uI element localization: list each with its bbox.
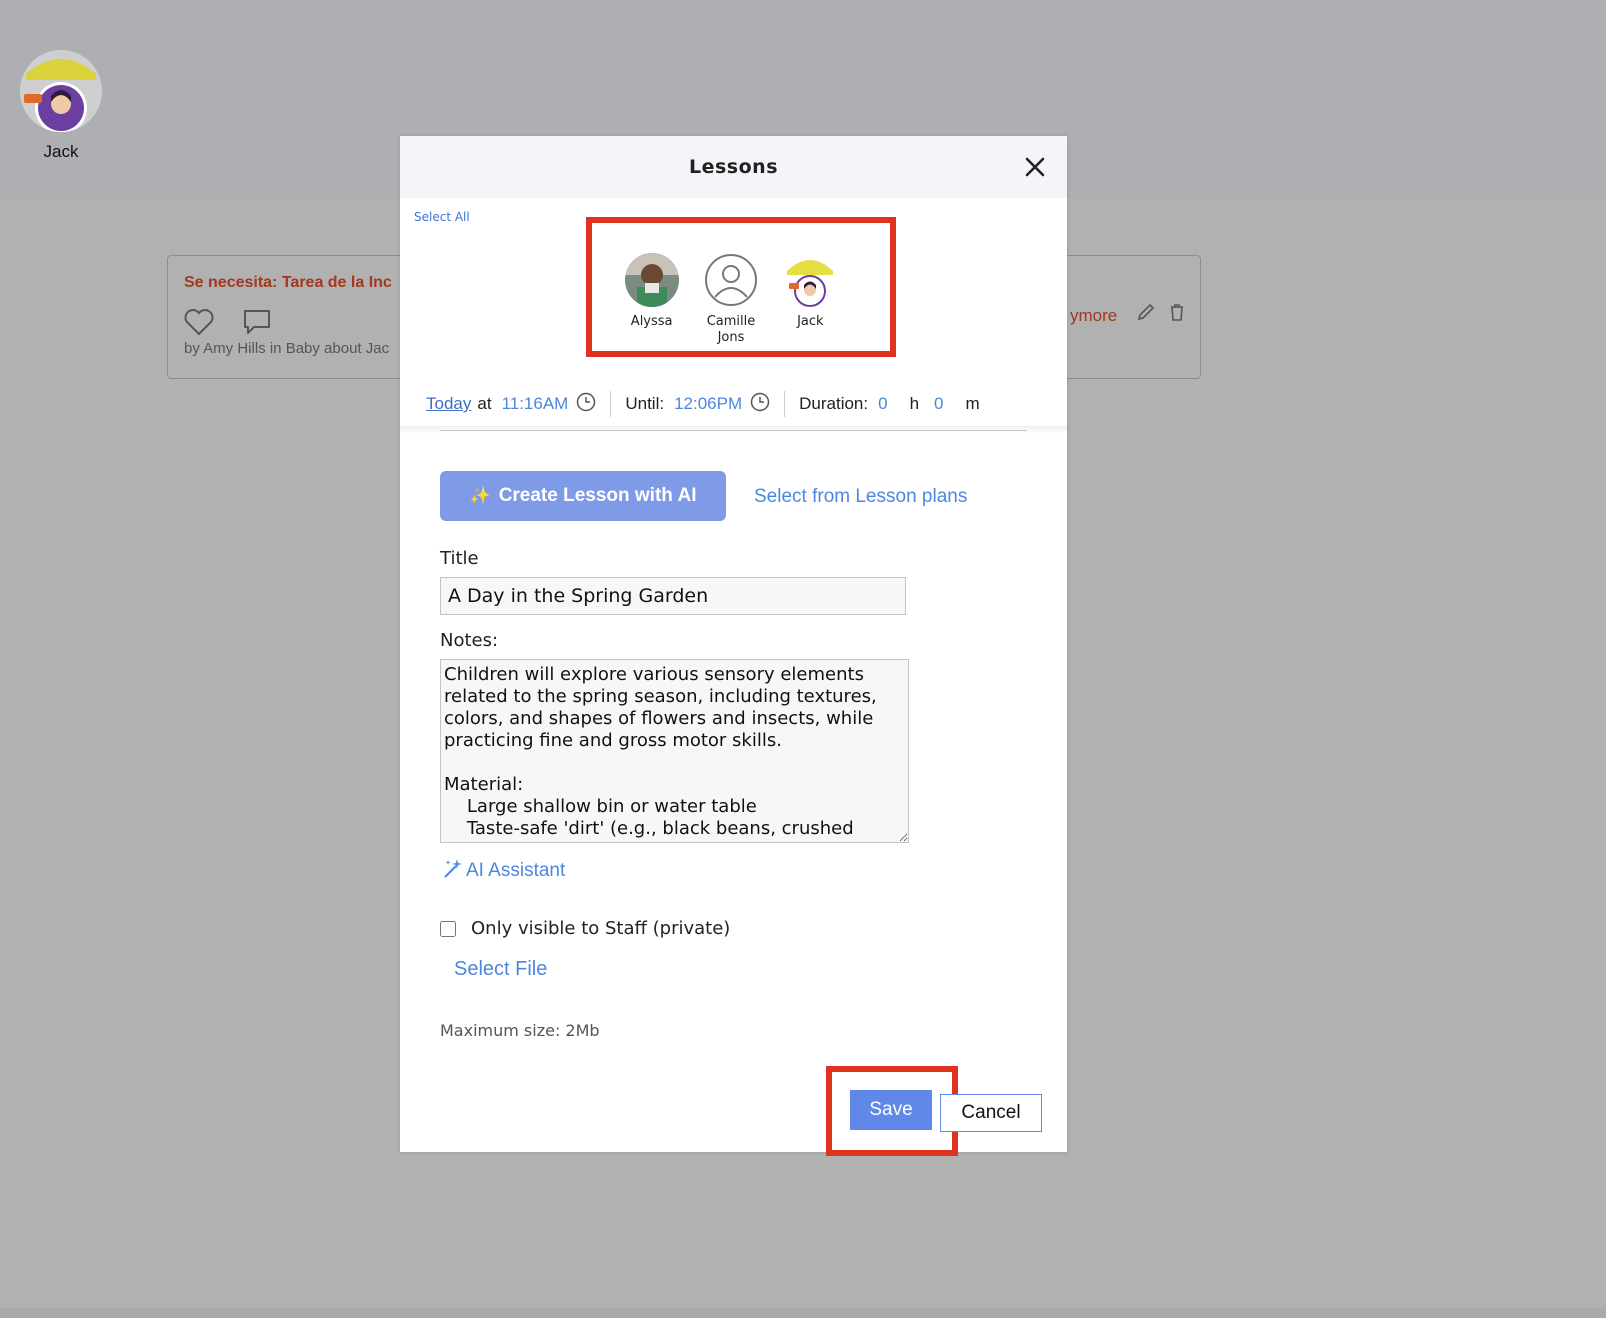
recipient-name: Camille Jons [706, 314, 756, 345]
recipient-selector: Alyssa Camille Jons Jack [400, 198, 1067, 504]
title-label: Title [440, 548, 479, 569]
schedule-row: Today at 11:16AM Until: 12:06PM Duration… [426, 389, 1026, 419]
separator [784, 391, 786, 417]
recipient-name: Alyssa [630, 314, 673, 329]
hours-unit: h [909, 394, 920, 413]
duration-hours[interactable]: 0 [878, 394, 887, 414]
recipient-highlight: Alyssa Camille Jons Jack [586, 217, 896, 357]
recipient-jack[interactable]: Jack [771, 223, 850, 351]
sparkles-icon: ✨ [469, 486, 491, 505]
profile-card[interactable]: Jack [20, 50, 102, 162]
user-icon [704, 253, 758, 307]
create-lesson-ai-label: Create Lesson with AI [498, 485, 697, 506]
notes-textarea[interactable] [440, 659, 909, 843]
ai-assistant-link[interactable]: AI Assistant [442, 856, 565, 886]
at-label: at [477, 394, 492, 413]
profile-avatar [20, 50, 102, 132]
modal-header: Lessons [400, 136, 1067, 198]
feed-item-byline: by Amy Hills in Baby about Jac [184, 340, 390, 357]
title-input[interactable] [440, 577, 906, 615]
private-option[interactable]: Only visible to Staff (private) [440, 918, 730, 939]
lessons-modal: Lessons Select All Alyssa Camille Jons J… [400, 136, 1067, 1156]
profile-name: Jack [43, 142, 79, 161]
until-label: Until: [625, 394, 665, 413]
pencil-icon[interactable] [1136, 302, 1156, 326]
feed-item-title[interactable]: Se necesita: Tarea de la Inc [184, 274, 392, 292]
select-lesson-plans-link[interactable]: Select from Lesson plans [754, 486, 967, 508]
recipient-camille-jons[interactable]: Camille Jons [691, 223, 770, 351]
recipient-name: Jack [797, 314, 824, 329]
save-button[interactable]: Save [850, 1090, 932, 1130]
read-more-link[interactable]: ymore [1070, 306, 1117, 326]
bottom-strip [0, 1308, 1606, 1318]
clock-icon[interactable] [576, 392, 596, 417]
date-picker-link[interactable]: Today [426, 394, 471, 414]
duration-minutes[interactable]: 0 [934, 394, 943, 414]
select-file-button[interactable]: Select File [454, 958, 547, 981]
divider [440, 430, 1027, 431]
avatar [624, 253, 679, 307]
max-size-note: Maximum size: 2Mb [440, 1021, 600, 1040]
end-time[interactable]: 12:06PM [674, 394, 742, 414]
separator [610, 391, 612, 417]
ai-assistant-label: AI Assistant [466, 860, 566, 881]
avatar [783, 253, 838, 307]
heart-icon[interactable] [184, 308, 214, 340]
minutes-unit: m [965, 394, 980, 413]
private-checkbox[interactable] [440, 920, 456, 937]
trash-icon[interactable] [1168, 302, 1186, 326]
modal-title: Lessons [689, 156, 778, 178]
clock-icon[interactable] [750, 392, 770, 417]
comment-icon[interactable] [242, 308, 272, 340]
cancel-button[interactable]: Cancel [940, 1094, 1042, 1132]
magic-wand-icon [442, 856, 466, 886]
create-lesson-ai-button[interactable]: ✨ Create Lesson with AI [440, 471, 726, 521]
start-time[interactable]: 11:16AM [502, 394, 569, 414]
recipient-alyssa[interactable]: Alyssa [612, 223, 691, 351]
private-label: Only visible to Staff (private) [471, 918, 731, 939]
duration-label: Duration: [799, 394, 869, 413]
close-icon[interactable] [1023, 155, 1047, 179]
notes-label: Notes: [440, 630, 499, 651]
